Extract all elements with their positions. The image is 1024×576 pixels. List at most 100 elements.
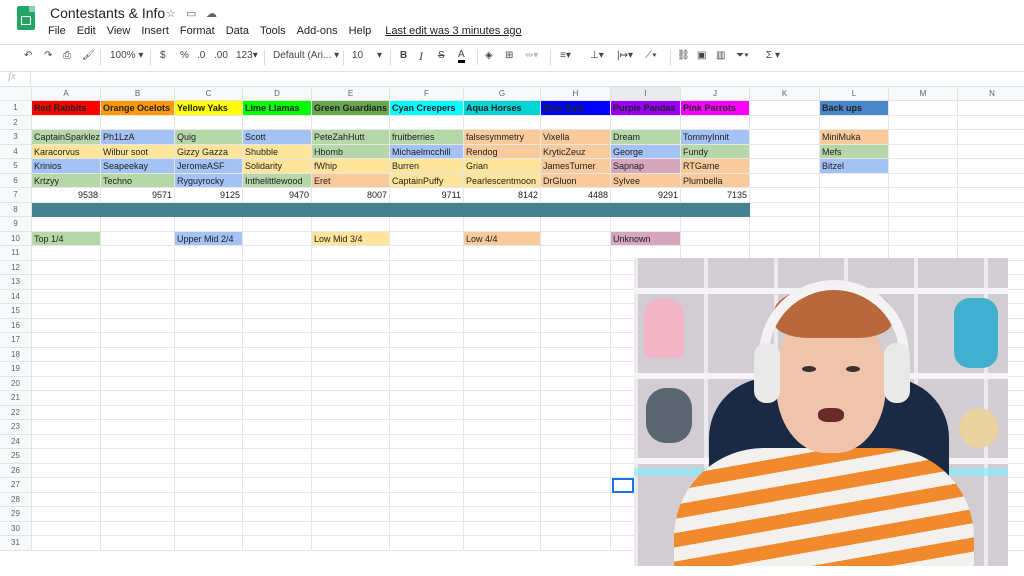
cell[interactable] — [175, 217, 243, 232]
cell[interactable] — [681, 115, 750, 130]
cell[interactable] — [889, 217, 958, 232]
cell[interactable] — [101, 376, 175, 391]
cell[interactable] — [390, 231, 464, 246]
row-header-2[interactable]: 2 — [0, 115, 32, 130]
cell[interactable] — [681, 231, 750, 246]
team-header-cell[interactable]: Pink Parrots — [681, 101, 750, 116]
cell[interactable] — [889, 231, 958, 246]
contestant-cell[interactable]: Rendog — [464, 144, 541, 159]
cell[interactable] — [312, 289, 390, 304]
cell[interactable] — [464, 304, 541, 319]
cell[interactable] — [889, 130, 958, 145]
contestant-cell[interactable]: George — [611, 144, 681, 159]
cell[interactable] — [820, 231, 889, 246]
cell[interactable] — [390, 217, 464, 232]
contestant-cell[interactable]: Fundy — [681, 144, 750, 159]
contestant-cell[interactable]: Unknown — [611, 231, 681, 246]
row-header-9[interactable]: 9 — [0, 217, 32, 232]
contestant-cell[interactable]: Krtzyy — [32, 173, 101, 188]
row-header-19[interactable]: 19 — [0, 362, 32, 377]
cell[interactable] — [958, 203, 1024, 217]
print-icon[interactable]: ⎙ — [63, 50, 71, 61]
cell[interactable] — [312, 246, 390, 261]
row-header-16[interactable]: 16 — [0, 318, 32, 333]
star-icon[interactable]: ☆ — [166, 7, 176, 20]
cell[interactable] — [175, 289, 243, 304]
cell[interactable] — [312, 434, 390, 449]
cell[interactable] — [243, 492, 312, 507]
cell[interactable] — [681, 217, 750, 232]
text-color-button[interactable]: A — [458, 50, 465, 63]
contestant-cell[interactable]: Quig — [175, 130, 243, 145]
team-divider-row[interactable] — [32, 202, 750, 217]
cell[interactable] — [820, 173, 889, 188]
cell[interactable] — [32, 391, 101, 406]
team-score-cell[interactable]: 4488 — [541, 188, 611, 203]
cell[interactable] — [464, 246, 541, 261]
cell[interactable] — [750, 202, 820, 217]
cell[interactable] — [390, 318, 464, 333]
cell[interactable] — [243, 333, 312, 348]
row-header-15[interactable]: 15 — [0, 304, 32, 319]
team-score-cell[interactable]: 8007 — [312, 188, 390, 203]
row-header-29[interactable]: 29 — [0, 507, 32, 522]
cell[interactable] — [312, 391, 390, 406]
cell[interactable] — [464, 362, 541, 377]
cell[interactable] — [32, 304, 101, 319]
cell[interactable] — [243, 434, 312, 449]
cell[interactable] — [312, 420, 390, 435]
cell[interactable] — [541, 275, 611, 290]
cell[interactable] — [175, 434, 243, 449]
contestant-cell[interactable]: CaptainSparklez — [32, 130, 101, 145]
row-header-26[interactable]: 26 — [0, 463, 32, 478]
cell[interactable] — [243, 405, 312, 420]
cell[interactable] — [958, 145, 1024, 159]
cell[interactable] — [243, 289, 312, 304]
team-header-cell[interactable]: Back ups — [820, 101, 889, 116]
column-header-g[interactable]: G — [464, 87, 541, 101]
cell[interactable] — [958, 232, 1024, 246]
contestant-cell[interactable]: Seapeekay — [101, 159, 175, 174]
cell[interactable] — [101, 246, 175, 261]
cell[interactable] — [464, 536, 541, 551]
row-header-25[interactable]: 25 — [0, 449, 32, 464]
currency-button[interactable]: $ — [160, 50, 166, 61]
cell[interactable] — [312, 318, 390, 333]
cell[interactable] — [101, 362, 175, 377]
cell[interactable] — [464, 260, 541, 275]
cell[interactable] — [750, 173, 820, 188]
team-score-cell[interactable]: 9470 — [243, 188, 312, 203]
cell[interactable] — [541, 260, 611, 275]
cell[interactable] — [312, 115, 390, 130]
cell[interactable] — [243, 275, 312, 290]
row-header-12[interactable]: 12 — [0, 260, 32, 275]
cell[interactable] — [175, 478, 243, 493]
insert-link-icon[interactable]: ⛓ — [677, 50, 690, 61]
cell[interactable] — [611, 115, 681, 130]
cell[interactable] — [101, 420, 175, 435]
team-score-cell[interactable]: 8142 — [464, 188, 541, 203]
contestant-cell[interactable]: Mefs — [820, 144, 889, 159]
team-header-cell[interactable]: Green Guardians — [312, 101, 390, 116]
cell[interactable] — [101, 521, 175, 536]
contestant-cell[interactable]: Upper Mid 2/4 — [175, 231, 243, 246]
cell[interactable] — [243, 463, 312, 478]
column-header-k[interactable]: K — [750, 87, 820, 101]
cell[interactable] — [32, 420, 101, 435]
column-header-h[interactable]: H — [541, 87, 611, 101]
contestant-cell[interactable]: Plumbella — [681, 173, 750, 188]
cell[interactable] — [390, 275, 464, 290]
cell[interactable] — [312, 333, 390, 348]
cell[interactable] — [541, 463, 611, 478]
cell[interactable] — [889, 188, 958, 203]
contestant-cell[interactable]: Wilbur soot — [101, 144, 175, 159]
contestant-cell[interactable]: Scott — [243, 130, 312, 145]
cell[interactable] — [243, 246, 312, 261]
contestant-cell[interactable]: Techno — [101, 173, 175, 188]
cell[interactable] — [820, 115, 889, 130]
row-header-3[interactable]: 3 — [0, 130, 32, 145]
document-title[interactable]: Contestants & Info — [50, 5, 165, 21]
contestant-cell[interactable]: Dream — [611, 130, 681, 145]
column-header-e[interactable]: E — [312, 87, 390, 101]
menu-tools[interactable]: Tools — [260, 25, 286, 37]
